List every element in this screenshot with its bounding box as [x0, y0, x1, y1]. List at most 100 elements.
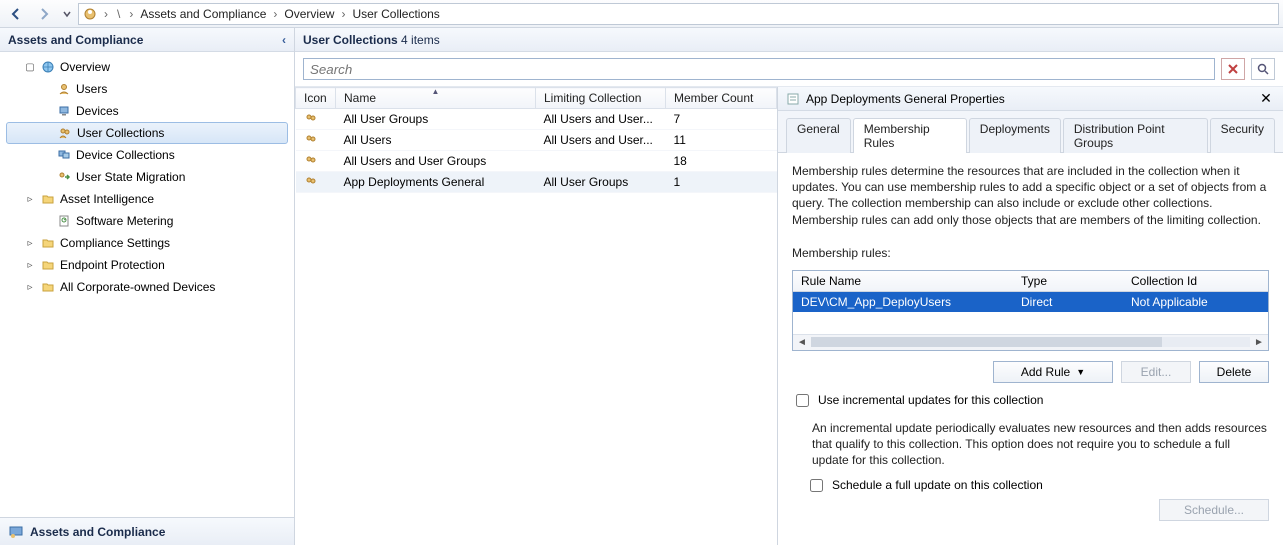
table-row[interactable]: All Users and User Groups 18 — [296, 151, 777, 172]
breadcrumb-item[interactable]: User Collections — [352, 7, 439, 21]
edit-rule-button[interactable]: Edit... — [1121, 361, 1191, 383]
tree-item-label: Asset Intelligence — [60, 192, 154, 206]
sidebar: Assets and Compliance ‹ ▢OverviewUsers De… — [0, 28, 295, 545]
properties-close-button[interactable]: ✕ — [1257, 90, 1275, 107]
globe-icon — [40, 59, 56, 75]
tree-item-user-collections[interactable]: User Collections — [6, 122, 288, 144]
membership-rules-label: Membership rules: — [792, 246, 1269, 260]
row-count: 1 — [666, 172, 777, 193]
membership-rules-grid[interactable]: Rule NameTypeCollection Id DEV\CM_App_De… — [792, 270, 1269, 351]
tree-item-devices[interactable]: Devices — [0, 100, 294, 122]
incremental-description: An incremental update periodically evalu… — [812, 420, 1269, 469]
tab-deployments[interactable]: Deployments — [969, 118, 1061, 153]
devices-icon — [56, 147, 72, 163]
table-row[interactable]: All UsersAll Users and User...11 — [296, 130, 777, 151]
membership-description: Membership rules determine the resources… — [792, 163, 1269, 228]
row-name: All Users and User Groups — [336, 151, 536, 172]
breadcrumb-sep: \ — [115, 7, 122, 21]
collections-grid[interactable]: IconNameLimiting CollectionMember Count … — [295, 87, 777, 545]
tree-expander[interactable]: ▹ — [24, 282, 36, 293]
tab-distribution-point-groups[interactable]: Distribution Point Groups — [1063, 118, 1208, 153]
tree-item-endpoint-protection[interactable]: ▹Endpoint Protection — [0, 254, 294, 276]
sidebar-collapse-button[interactable]: ‹ — [282, 33, 286, 47]
tab-membership-rules[interactable]: Membership Rules — [853, 118, 967, 153]
users-icon — [296, 151, 336, 172]
tree-item-asset-intelligence[interactable]: ▹ Asset Intelligence — [0, 188, 294, 210]
tree-item-all-corporate-owned-devices[interactable]: ▹ All Corporate-owned Devices — [0, 276, 294, 298]
main-title-count: 4 items — [401, 33, 440, 47]
tab-general[interactable]: General — [786, 118, 851, 153]
tree-item-user-state-migration[interactable]: User State Migration — [0, 166, 294, 188]
main-title-prefix: User Collections — [303, 33, 398, 47]
column-header[interactable]: Icon — [296, 88, 336, 109]
folder-icon — [40, 279, 56, 295]
column-header[interactable]: Name — [336, 88, 536, 109]
column-header[interactable]: Member Count — [666, 88, 777, 109]
nav-back-button[interactable] — [4, 3, 28, 25]
tree-item-label: Compliance Settings — [60, 236, 170, 250]
tree-item-overview[interactable]: ▢Overview — [0, 56, 294, 78]
schedule-checkbox-row: Schedule a full update on this collectio… — [806, 478, 1269, 495]
row-count: 18 — [666, 151, 777, 172]
chevron-right-icon: › — [101, 7, 111, 21]
properties-icon — [786, 92, 800, 106]
tree-item-device-collections[interactable]: Device Collections — [0, 144, 294, 166]
search-button[interactable] — [1251, 58, 1275, 80]
column-header[interactable]: Limiting Collection — [536, 88, 666, 109]
schedule-checkbox[interactable] — [810, 479, 823, 492]
tree-item-label: User State Migration — [76, 170, 185, 184]
tree-item-label: All Corporate-owned Devices — [60, 280, 215, 294]
breadcrumb-item[interactable]: Overview — [284, 7, 334, 21]
metering-icon — [56, 213, 72, 229]
schedule-button[interactable]: Schedule... — [1159, 499, 1269, 521]
tree-item-label: Devices — [76, 104, 119, 118]
tree-item-users[interactable]: Users — [0, 78, 294, 100]
incremental-checkbox[interactable] — [796, 394, 809, 407]
tree-expander[interactable]: ▹ — [24, 260, 36, 271]
row-count: 11 — [666, 130, 777, 151]
chevron-right-icon: › — [126, 7, 136, 21]
rules-scrollbar[interactable]: ◄ ► — [793, 334, 1268, 350]
row-count: 7 — [666, 109, 777, 130]
search-row — [295, 52, 1283, 87]
main: User Collections 4 items IconNameLimitin… — [295, 28, 1283, 545]
scroll-left-icon[interactable]: ◄ — [795, 337, 809, 348]
nav-history-dropdown[interactable] — [60, 3, 74, 25]
search-icon — [1257, 63, 1269, 75]
tree-item-label: User Collections — [77, 126, 164, 140]
tree-expander[interactable]: ▹ — [24, 194, 36, 205]
rules-column-header[interactable]: Collection Id — [1123, 271, 1268, 292]
tree-item-compliance-settings[interactable]: ▹ Compliance Settings — [0, 232, 294, 254]
delete-rule-button[interactable]: Delete — [1199, 361, 1269, 383]
row-name: All User Groups — [336, 109, 536, 130]
users-icon — [296, 109, 336, 130]
tree-expander[interactable]: ▹ — [24, 238, 36, 249]
sidebar-footer[interactable]: Assets and Compliance — [0, 517, 294, 545]
tree-expander[interactable]: ▢ — [24, 62, 36, 73]
breadcrumb-root-icon — [83, 7, 97, 21]
folder-icon — [40, 235, 56, 251]
address-bar[interactable]: › \ › Assets and Compliance › Overview ›… — [78, 3, 1279, 25]
tree-item-label: Device Collections — [76, 148, 175, 162]
search-clear-button[interactable] — [1221, 58, 1245, 80]
table-row[interactable]: All User GroupsAll Users and User...7 — [296, 109, 777, 130]
chevron-right-icon: › — [338, 7, 348, 21]
rule-name: DEV\CM_App_DeployUsers — [793, 291, 1013, 312]
tree-item-software-metering[interactable]: Software Metering — [0, 210, 294, 232]
row-name: All Users — [336, 130, 536, 151]
row-limiting — [536, 151, 666, 172]
search-input[interactable] — [303, 58, 1215, 80]
add-rule-button[interactable]: Add Rule ▼ — [993, 361, 1113, 383]
incremental-checkbox-row: Use incremental updates for this collect… — [792, 393, 1269, 410]
nav-forward-button[interactable] — [32, 3, 56, 25]
rules-column-header[interactable]: Type — [1013, 271, 1123, 292]
scroll-right-icon[interactable]: ► — [1252, 337, 1266, 348]
breadcrumb-item[interactable]: Assets and Compliance — [140, 7, 266, 21]
tab-security[interactable]: Security — [1210, 118, 1275, 153]
rule-row[interactable]: DEV\CM_App_DeployUsersDirectNot Applicab… — [793, 291, 1268, 312]
table-row[interactable]: App Deployments GeneralAll User Groups1 — [296, 172, 777, 193]
rules-column-header[interactable]: Rule Name — [793, 271, 1013, 292]
rule-collid: Not Applicable — [1123, 291, 1268, 312]
chevron-down-icon: ▼ — [1076, 367, 1085, 377]
incremental-label: Use incremental updates for this collect… — [818, 393, 1043, 407]
